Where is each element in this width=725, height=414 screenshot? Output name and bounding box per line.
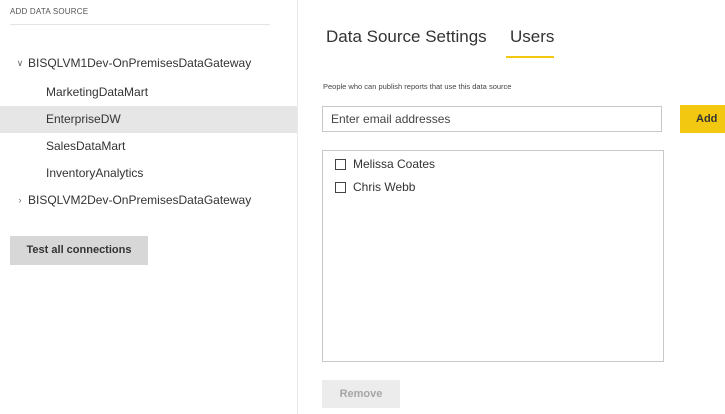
gateway-label: BISQLVM2Dev-OnPremisesDataGateway xyxy=(28,193,252,207)
test-all-connections-button[interactable]: Test all connections xyxy=(10,236,148,265)
panel-divider xyxy=(297,0,298,414)
user-checkbox[interactable] xyxy=(335,159,346,170)
active-tab-indicator xyxy=(506,56,554,58)
user-name: Chris Webb xyxy=(353,180,416,194)
list-item-user[interactable]: Chris Webb xyxy=(335,179,415,195)
list-item-user[interactable]: Melissa Coates xyxy=(335,156,435,172)
tab-data-source-settings[interactable]: Data Source Settings xyxy=(326,27,487,47)
gateway-item-bisqlvm2[interactable]: › BISQLVM2Dev-OnPremisesDataGateway xyxy=(0,187,297,214)
data-source-item-inventoryanalytics[interactable]: InventoryAnalytics xyxy=(0,160,297,187)
tab-users[interactable]: Users xyxy=(510,27,554,47)
data-source-item-enterprisedw[interactable]: EnterpriseDW xyxy=(0,106,297,133)
data-source-item-salesdatamart[interactable]: SalesDataMart xyxy=(0,133,297,160)
chevron-down-icon[interactable]: ∨ xyxy=(14,50,26,77)
data-source-label: MarketingDataMart xyxy=(46,85,149,99)
page: ADD DATA SOURCE ∨ BISQLVM1Dev-OnPremisesD… xyxy=(0,0,725,414)
users-list: Melissa Coates Chris Webb xyxy=(322,150,664,362)
add-user-button[interactable]: Add xyxy=(680,105,725,133)
data-source-label: InventoryAnalytics xyxy=(46,166,144,180)
data-source-label: EnterpriseDW xyxy=(46,112,121,126)
data-source-item-marketingdatamart[interactable]: MarketingDataMart xyxy=(0,79,297,106)
chevron-right-icon[interactable]: › xyxy=(14,187,26,214)
email-addresses-input[interactable] xyxy=(322,106,662,132)
add-data-source-heading[interactable]: ADD DATA SOURCE xyxy=(10,7,88,16)
user-checkbox[interactable] xyxy=(335,182,346,193)
data-source-panel: ADD DATA SOURCE ∨ BISQLVM1Dev-OnPremisesD… xyxy=(0,0,297,414)
remove-user-button[interactable]: Remove xyxy=(322,380,400,408)
publish-permission-description: People who can publish reports that use … xyxy=(323,82,512,91)
data-source-label: SalesDataMart xyxy=(46,139,126,153)
user-name: Melissa Coates xyxy=(353,157,436,171)
gateway-label: BISQLVM1Dev-OnPremisesDataGateway xyxy=(28,56,252,70)
heading-divider xyxy=(10,24,270,25)
gateway-item-bisqlvm1[interactable]: ∨ BISQLVM1Dev-OnPremisesDataGateway xyxy=(0,50,297,77)
gateway-tree: ∨ BISQLVM1Dev-OnPremisesDataGateway Marke… xyxy=(0,50,297,214)
